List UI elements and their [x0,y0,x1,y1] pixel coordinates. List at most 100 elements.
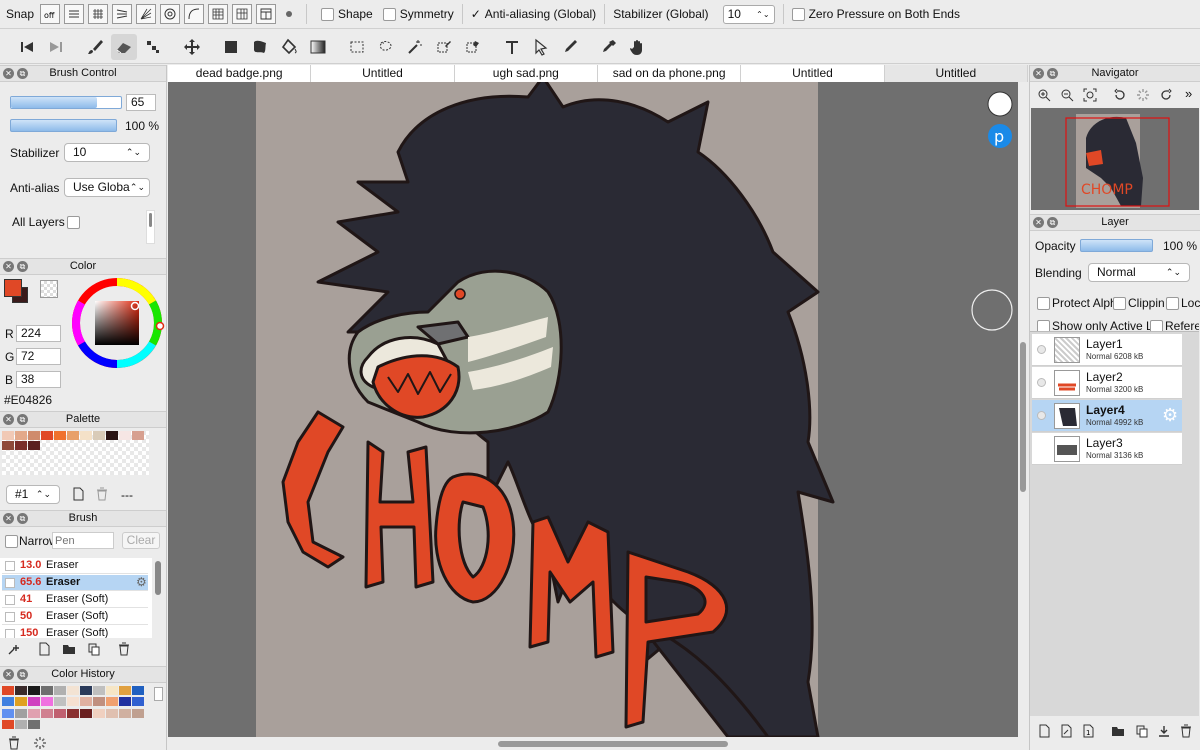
history-swatch[interactable] [2,708,14,718]
history-swatch[interactable] [15,686,27,695]
redo-button[interactable] [43,34,69,60]
layer-row-layer4[interactable]: Layer4 Normal 4992 kB ⚙ [1032,400,1182,432]
brush-list-scrollbar[interactable] [155,561,161,595]
all-layers-checkbox[interactable] [67,216,80,229]
close-icon[interactable]: ✕ [3,68,14,79]
history-swatch[interactable] [67,708,79,718]
select-eraser-tool[interactable] [460,34,486,60]
duplicate-brush-button[interactable] [86,641,102,657]
brush-tool[interactable] [82,34,108,60]
gear-icon[interactable]: ⚙ [136,575,147,589]
tab-ugh-sad[interactable]: ugh sad.png [454,65,598,82]
shape-checkbox[interactable]: Shape [321,7,373,21]
r-field[interactable]: 224 [16,325,61,342]
detach-icon[interactable]: ⧉ [1047,217,1058,228]
rotate-left-button[interactable] [1112,87,1128,103]
palette-swatch[interactable] [106,431,118,440]
merge-down-button[interactable] [1156,723,1172,739]
eyedropper-tool[interactable] [596,34,622,60]
layer-row-layer1[interactable]: Layer1 Normal 6208 kB [1032,334,1182,366]
visibility-toggle[interactable] [1037,411,1046,420]
blending-select[interactable]: Normal ⌃⌄ [1088,263,1190,282]
history-swatch[interactable] [106,697,118,707]
history-swatch[interactable] [28,686,40,695]
scroll-thumb[interactable] [498,741,728,747]
brush-folder-button[interactable] [61,641,77,657]
layer-opacity-slider[interactable] [1080,239,1153,252]
hand-tool[interactable] [625,34,651,60]
antialias-select[interactable]: Use Global S⌃⌄ [64,178,150,197]
history-swatch[interactable] [80,686,92,695]
brush-checkbox[interactable] [5,612,15,622]
undo-button[interactable] [14,34,40,60]
snap-off-button[interactable]: off [40,4,61,24]
zoom-out-button[interactable] [1059,87,1075,103]
clipping-checkbox[interactable] [1113,297,1126,310]
history-swatch[interactable] [119,686,131,695]
brush-checkbox[interactable] [5,595,15,605]
palette-swatch[interactable] [28,441,40,450]
history-swatch[interactable] [80,708,92,718]
palette-swatch[interactable] [54,431,66,440]
palette-swatch[interactable] [41,431,53,440]
snap-parallel-button[interactable] [64,4,85,24]
palette-swatch[interactable] [80,431,92,440]
clear-history-button[interactable] [6,735,22,750]
canvas-vertical-scrollbar[interactable] [1018,82,1029,737]
new-layer-button[interactable] [1036,723,1052,739]
history-swatch[interactable] [132,708,144,718]
lasso-select-tool[interactable] [373,34,399,60]
rect-fill-tool[interactable] [218,34,244,60]
brush-opacity-slider[interactable] [10,119,117,132]
reset-rotation-button[interactable] [1135,87,1151,103]
new-folder-button[interactable] [1110,723,1126,739]
history-swatch[interactable] [2,686,14,695]
close-icon[interactable]: ✕ [3,669,14,680]
brush-search-input[interactable] [52,532,114,549]
history-swatch[interactable] [132,686,144,695]
palette-index-select[interactable]: #1 ⌃⌄ [6,485,60,504]
main-color-swatch[interactable] [4,279,22,297]
canvas-area[interactable]: p [168,82,1018,737]
detach-icon[interactable]: ⧉ [17,414,28,425]
visibility-toggle[interactable] [1037,378,1046,387]
zoom-in-button[interactable] [1036,87,1052,103]
brush-checkbox[interactable] [5,561,15,571]
visibility-toggle[interactable] [1037,345,1046,354]
transparent-color-swatch[interactable] [40,280,58,298]
bucket-tool[interactable] [276,34,302,60]
tab-dead-badge[interactable]: dead badge.png [168,65,312,82]
color-history-scrollbar[interactable] [154,687,163,701]
layer-row-layer2[interactable]: Layer2 Normal 3200 kB [1032,367,1182,399]
brush-size-field[interactable]: 65 [126,94,156,111]
history-swatch[interactable] [54,686,66,695]
rotate-right-button[interactable] [1158,87,1174,103]
layer-row-layer3[interactable]: Layer3 Normal 3136 kB [1032,433,1182,465]
close-icon[interactable]: ✕ [1033,68,1044,79]
brush-checkbox[interactable] [5,629,15,638]
history-swatch[interactable] [28,697,40,707]
history-swatch[interactable] [2,697,14,707]
history-swatch[interactable] [54,708,66,718]
history-swatch[interactable] [28,719,40,729]
history-swatch[interactable] [2,719,14,729]
brush-item[interactable]: 150 Eraser (Soft) [2,626,148,638]
history-swatch[interactable] [119,708,131,718]
stabilizer-select[interactable]: 10 ⌃⌄ [64,143,150,162]
history-swatch[interactable] [15,697,27,707]
delete-palette-button[interactable] [94,486,110,502]
shape-tool[interactable] [247,34,273,60]
tab-untitled-1[interactable]: Untitled [311,65,455,82]
scroll-thumb[interactable] [1020,342,1026,492]
palette-swatch[interactable] [28,431,40,440]
snap-curve-button[interactable] [184,4,205,24]
close-icon[interactable]: ✕ [1033,217,1044,228]
history-swatch[interactable] [28,708,40,718]
magic-wand-tool[interactable] [402,34,428,60]
palette-swatch[interactable] [15,431,27,440]
canvas-horizontal-scrollbar[interactable] [168,737,1029,750]
move-tool[interactable] [179,34,205,60]
snap-perspective-button[interactable] [232,4,253,24]
brush-item[interactable]: 13.0 Eraser [2,558,148,574]
brush-size-slider[interactable] [10,96,122,109]
